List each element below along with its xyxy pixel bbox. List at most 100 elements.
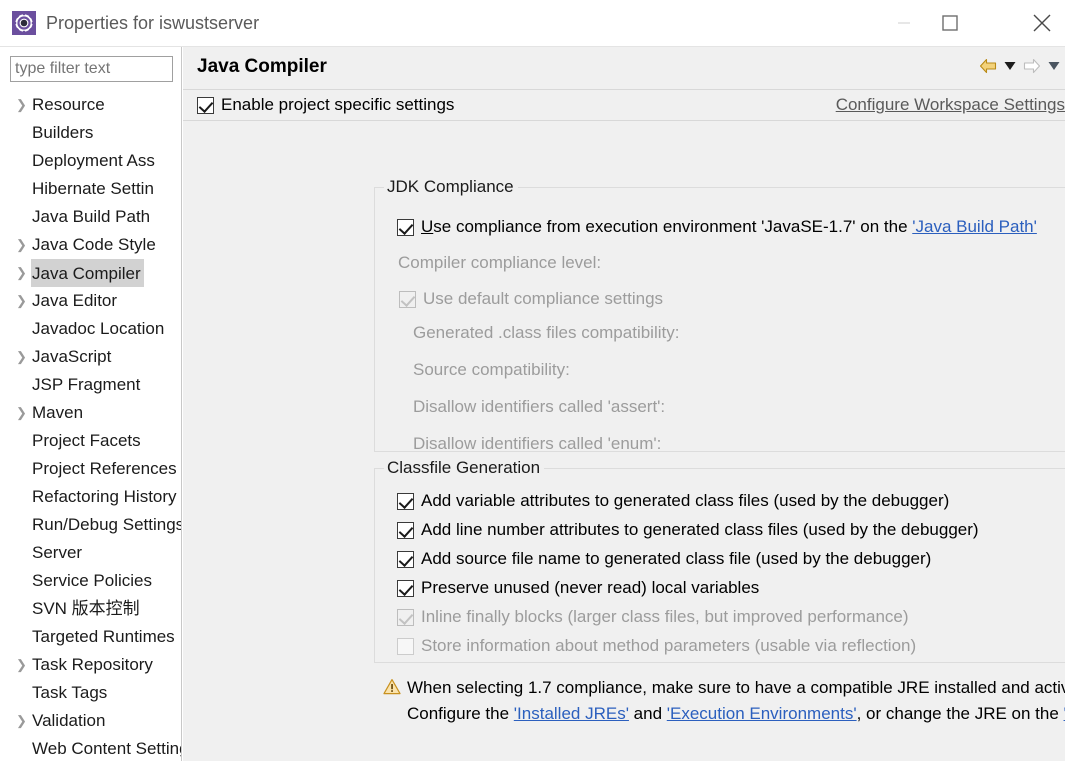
chevron-right-icon[interactable]: ❯ (16, 91, 28, 119)
sidebar-item-label: Service Policies (32, 571, 152, 590)
chevron-right-icon[interactable]: ❯ (16, 399, 28, 427)
enable-project-specific-row: Enable project specific settings Configu… (183, 91, 1065, 121)
navigation-toolbar (977, 53, 1065, 79)
sidebar-item-hibernate-settin[interactable]: Hibernate Settin (0, 175, 181, 203)
forward-history-button[interactable] (1043, 54, 1065, 78)
sidebar-item-javascript[interactable]: ❯ JavaScript (0, 343, 181, 371)
warning-part-3: , or change the JRE on the (856, 704, 1064, 723)
execution-environments-link[interactable]: 'Execution Environments' (667, 704, 857, 723)
sidebar-item-task-repository[interactable]: ❯ Task Repository (0, 651, 181, 679)
sidebar-item-jsp-fragment[interactable]: JSP Fragment (0, 371, 181, 399)
sidebar-item-java-code-style[interactable]: ❯ Java Code Style (0, 231, 181, 259)
sidebar-item-service-policies[interactable]: Service Policies (0, 567, 181, 595)
classfile-option-5: Inline finally blocks (larger class file… (397, 607, 909, 627)
source-compat-row: Source compatibility: 1.7 ▾ (375, 352, 1065, 388)
use-default-compliance-checkbox[interactable]: Use default compliance settings (399, 289, 663, 309)
chevron-right-icon[interactable]: ❯ (16, 259, 28, 287)
sidebar-item-label: Hibernate Settin (32, 179, 154, 198)
minimize-button[interactable] (881, 0, 927, 46)
maximize-icon (942, 15, 958, 31)
warning-part-2: and (628, 704, 667, 723)
sidebar-item-project-facets[interactable]: Project Facets (0, 427, 181, 455)
classfile-option-4[interactable]: Preserve unused (never read) local varia… (397, 578, 759, 598)
sidebar-item-label: Java Build Path (32, 207, 151, 226)
sidebar-item-svn[interactable]: SVN 版本控制 (0, 595, 181, 623)
use-default-compliance-label: Use default compliance settings (423, 289, 664, 308)
sidebar-item-java-compiler[interactable]: ❯ Java Compiler (0, 259, 181, 287)
sidebar-item-maven[interactable]: ❯ Maven (0, 399, 181, 427)
classfile-option-label: Add line number attributes to generated … (421, 520, 979, 539)
warning-icon (383, 678, 401, 696)
classfile-option-3[interactable]: Add source file name to generated class … (397, 549, 931, 569)
back-button[interactable] (977, 54, 999, 78)
gear-icon (12, 11, 36, 35)
java-build-path-link[interactable]: 'Java Build Path' (912, 217, 1037, 236)
disallow-enum-row: Disallow identifiers called 'enum': Erro… (375, 426, 1065, 462)
sidebar-item-deployment-ass[interactable]: Deployment Ass (0, 147, 181, 175)
installed-jres-link[interactable]: 'Installed JREs' (514, 704, 629, 723)
sidebar-item-label: Resource (32, 95, 105, 114)
sidebar-item-label: Task Repository (32, 655, 153, 674)
use-compliance-label: Use compliance from execution environmen… (421, 217, 1037, 237)
checkbox-box (197, 96, 214, 114)
use-compliance-checkbox[interactable]: Use compliance from execution environmen… (397, 217, 1037, 237)
sidebar-item-targeted-runtimes[interactable]: Targeted Runtimes (0, 623, 181, 651)
sidebar-item-javadoc-location[interactable]: Javadoc Location (0, 315, 181, 343)
jdk-compliance-title: JDK Compliance (384, 177, 518, 197)
disallow-assert-row: Disallow identifiers called 'assert': Er… (375, 389, 1065, 425)
classfile-option-1[interactable]: Add variable attributes to generated cla… (397, 491, 949, 511)
sidebar-item-run-debug-settings[interactable]: Run/Debug Settings (0, 511, 182, 539)
chevron-right-icon[interactable]: ❯ (16, 651, 28, 679)
window-title-bar: Properties for iswustserver (0, 0, 1065, 47)
use-default-compliance-row: Use default compliance settings (375, 281, 1065, 317)
sidebar-item-java-build-path[interactable]: Java Build Path (0, 203, 181, 231)
generated-class-compat-row: Generated .class files compatibility: 1.… (375, 315, 1065, 351)
settings-main-panel: Java Compiler Enable project specific se… (183, 47, 1065, 761)
sidebar-item-java-editor[interactable]: ❯ Java Editor (0, 287, 181, 315)
classfile-option-label: Preserve unused (never read) local varia… (421, 578, 760, 597)
sidebar-item-label: Java Code Style (32, 235, 156, 254)
back-history-button[interactable] (999, 54, 1021, 78)
chevron-right-icon[interactable]: ❯ (16, 231, 28, 259)
sidebar-item-label: Java Editor (32, 291, 118, 310)
maximize-button[interactable] (927, 0, 973, 46)
sidebar-item-builders[interactable]: Builders (0, 119, 181, 147)
configure-workspace-settings-link[interactable]: Configure Workspace Settings (836, 95, 1065, 115)
filter-input[interactable] (10, 56, 173, 82)
chevron-right-icon[interactable]: ❯ (16, 343, 28, 371)
forward-button[interactable] (1021, 54, 1043, 78)
disallow-enum-label: Disallow identifiers called 'enum': (413, 434, 662, 453)
classfile-option-label: Store information about method parameter… (421, 636, 917, 655)
sidebar-item-web-content-settings[interactable]: Web Content Settings (0, 735, 182, 761)
sidebar-item-resource[interactable]: ❯ Resource (0, 91, 181, 119)
sidebar-item-task-tags[interactable]: Task Tags (0, 679, 181, 707)
settings-tree[interactable]: ❯ Resource Builders Deployment Ass Hibernate… (0, 91, 182, 761)
chevron-right-icon[interactable]: ❯ (16, 707, 28, 735)
classfile-generation-group: Classfile Generation Add variable attrib… (374, 458, 1065, 663)
generated-class-compat-label: Generated .class files compatibility: (413, 323, 680, 342)
sidebar-item-label: Run/Debug Settings (32, 515, 182, 534)
classfile-option-label: Add source file name to generated class … (421, 549, 932, 568)
sidebar-item-project-references[interactable]: Project References (0, 455, 181, 483)
sidebar-item-label: Refactoring History (32, 487, 177, 506)
classfile-option-6: Store information about method parameter… (397, 636, 916, 656)
sidebar-item-label: SVN 版本控制 (32, 599, 140, 618)
sidebar-item-refactoring-history[interactable]: Refactoring History (0, 483, 181, 511)
checkbox-box (397, 637, 414, 655)
chevron-down-icon (1048, 62, 1060, 70)
source-compat-label: Source compatibility: (413, 360, 570, 379)
jdk-compliance-group: JDK Compliance Use compliance from execu… (374, 177, 1065, 453)
classfile-option-2[interactable]: Add line number attributes to generated … (397, 520, 979, 540)
sidebar-item-server[interactable]: Server (0, 539, 181, 567)
window-title: Properties for iswustserver (46, 13, 260, 33)
checkbox-box (399, 290, 416, 308)
chevron-right-icon[interactable]: ❯ (16, 287, 28, 315)
close-button[interactable] (1019, 0, 1065, 46)
settings-sidebar: ❯ResourceBuildersDeployment AssHibernate… (0, 47, 182, 761)
sidebar-item-label: Web Content Settings (32, 739, 182, 758)
sidebar-item-label: Javadoc Location (32, 319, 165, 338)
enable-project-specific-checkbox[interactable]: Enable project specific settings (197, 95, 454, 115)
sidebar-item-label: Targeted Runtimes (32, 627, 175, 646)
sidebar-item-label: Project Facets (32, 431, 141, 450)
sidebar-item-validation[interactable]: ❯ Validation (0, 707, 181, 735)
